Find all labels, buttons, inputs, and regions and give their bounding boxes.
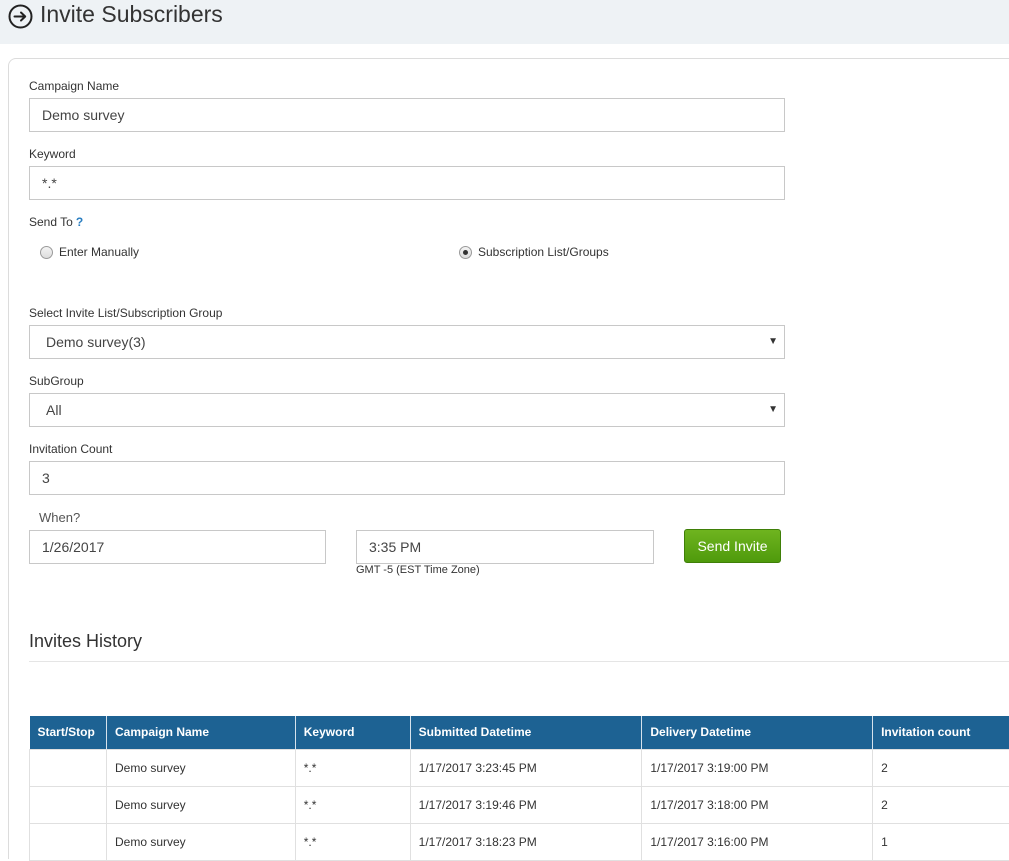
column-header[interactable]: Campaign Name — [106, 716, 295, 749]
table-cell: Demo survey — [106, 823, 295, 860]
radio-enter-manually[interactable]: Enter Manually — [40, 245, 139, 259]
table-cell: 1 — [873, 823, 1009, 860]
table-row[interactable]: Demo survey *.* 1/17/2017 3:18:23 PM 1/1… — [30, 823, 1009, 860]
table-cell: 2 — [873, 749, 1009, 786]
radio-label: Subscription List/Groups — [478, 245, 609, 259]
column-header[interactable]: Start/Stop — [30, 716, 107, 749]
table-cell: 1/17/2017 3:18:00 PM — [642, 786, 873, 823]
dropdown-caret-icon: ▼ — [768, 326, 778, 358]
keyword-label: Keyword — [29, 147, 76, 161]
keyword-input[interactable]: *.* — [29, 166, 785, 200]
table-cell: *.* — [295, 823, 410, 860]
table-row[interactable]: Demo survey *.* 1/17/2017 3:19:46 PM 1/1… — [30, 786, 1009, 823]
when-label: When? — [39, 510, 80, 525]
table-cell: *.* — [295, 786, 410, 823]
date-input[interactable]: 1/26/2017 — [29, 530, 326, 564]
radio-button[interactable] — [40, 246, 53, 259]
table-cell — [30, 786, 107, 823]
table-cell — [30, 823, 107, 860]
table-header-row: Start/Stop Campaign Name Keyword Submitt… — [30, 716, 1009, 749]
table-cell: 1/17/2017 3:19:00 PM — [642, 749, 873, 786]
invite-list-label: Select Invite List/Subscription Group — [29, 306, 222, 320]
time-input[interactable]: 3:35 PM — [356, 530, 654, 564]
subgroup-value: All — [46, 402, 62, 418]
invitation-count-label: Invitation Count — [29, 442, 112, 456]
radio-button-selected[interactable] — [459, 246, 472, 259]
circle-arrow-right-icon — [8, 4, 33, 29]
campaign-name-input[interactable]: Demo survey — [29, 98, 785, 132]
invite-list-value: Demo survey(3) — [46, 334, 146, 350]
column-header[interactable]: Submitted Datetime — [410, 716, 642, 749]
table-cell: Demo survey — [106, 749, 295, 786]
column-header[interactable]: Delivery Datetime — [642, 716, 873, 749]
table-cell — [30, 749, 107, 786]
column-header[interactable]: Keyword — [295, 716, 410, 749]
divider — [29, 661, 1009, 662]
invite-list-select[interactable]: Demo survey(3) ▼ — [29, 325, 785, 359]
table-cell: 1/17/2017 3:23:45 PM — [410, 749, 642, 786]
invites-history-table: Start/Stop Campaign Name Keyword Submitt… — [29, 716, 1009, 861]
table-cell: 1/17/2017 3:16:00 PM — [642, 823, 873, 860]
table-row[interactable]: Demo survey *.* 1/17/2017 3:23:45 PM 1/1… — [30, 749, 1009, 786]
table-cell: 1/17/2017 3:19:46 PM — [410, 786, 642, 823]
subgroup-select[interactable]: All ▼ — [29, 393, 785, 427]
page-header: Invite Subscribers — [0, 0, 1009, 44]
timezone-note: GMT -5 (EST Time Zone) — [356, 564, 480, 576]
table-cell: 2 — [873, 786, 1009, 823]
page-title: Invite Subscribers — [40, 1, 223, 28]
send-to-label-text: Send To — [29, 215, 73, 229]
campaign-name-label: Campaign Name — [29, 79, 119, 93]
dropdown-caret-icon: ▼ — [768, 394, 778, 426]
send-to-label: Send To? — [29, 215, 83, 229]
table-cell: 1/17/2017 3:18:23 PM — [410, 823, 642, 860]
column-header[interactable]: Invitation count — [873, 716, 1009, 749]
radio-label: Enter Manually — [59, 245, 139, 259]
invites-history-title: Invites History — [29, 631, 142, 652]
table-cell: Demo survey — [106, 786, 295, 823]
subgroup-label: SubGroup — [29, 374, 84, 388]
invitation-count-input[interactable]: 3 — [29, 461, 785, 495]
help-icon[interactable]: ? — [76, 215, 83, 229]
radio-subscription-list[interactable]: Subscription List/Groups — [459, 245, 609, 259]
table-cell: *.* — [295, 749, 410, 786]
send-invite-button[interactable]: Send Invite — [684, 529, 781, 563]
